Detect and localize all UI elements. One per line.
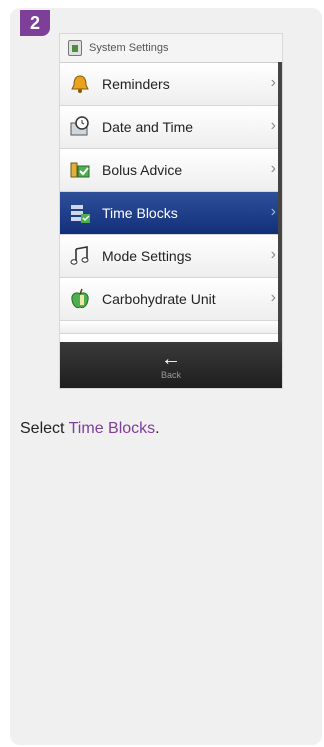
back-label: Back: [160, 370, 181, 380]
menu-item-date-and-time[interactable]: Date and Time ›: [60, 106, 282, 149]
chevron-right-icon: ›: [270, 289, 276, 306]
instruction-prefix: Select: [20, 420, 69, 437]
menu-item-label: Mode Settings: [102, 248, 192, 264]
chevron-right-icon: ›: [270, 117, 276, 134]
menu-item-label: Date and Time: [102, 119, 194, 135]
back-button[interactable]: ← Back: [60, 342, 282, 388]
menu-item-mode-settings[interactable]: Mode Settings ›: [60, 235, 282, 278]
chevron-right-icon: ›: [270, 203, 276, 220]
step-badge: 2: [20, 10, 50, 36]
menu-item-label: Time Blocks: [102, 205, 178, 221]
menu-item-label: Bolus Advice: [102, 162, 183, 178]
menu-item-label: Carbohydrate Unit: [102, 291, 216, 307]
settings-list: Reminders › Date and Time › Bolus Advice…: [60, 63, 282, 334]
music-note-icon: [68, 244, 92, 268]
instruction-highlight: Time Blocks: [68, 420, 156, 437]
menu-item-partial: [60, 321, 282, 334]
arrow-left-icon: ←: [161, 348, 181, 370]
menu-item-label: Reminders: [102, 76, 170, 92]
bell-icon: [68, 72, 92, 96]
menu-item-reminders[interactable]: Reminders ›: [60, 63, 282, 106]
screen-header: System Settings: [60, 34, 282, 63]
instruction-text: Select Time Blocks.: [20, 420, 160, 438]
instruction-suffix: .: [155, 420, 160, 437]
menu-item-bolus-advice[interactable]: Bolus Advice ›: [60, 149, 282, 192]
chevron-right-icon: ›: [270, 160, 276, 177]
menu-item-time-blocks[interactable]: Time Blocks ›: [60, 192, 282, 235]
chevron-right-icon: ›: [270, 246, 276, 263]
settings-meter-icon: [68, 40, 82, 56]
apple-icon: [68, 287, 92, 311]
clock-monitor-icon: [68, 115, 92, 139]
screen-title: System Settings: [89, 42, 169, 54]
device-screen: System Settings Reminders › Date and Tim…: [60, 34, 282, 388]
time-blocks-icon: [68, 201, 92, 225]
scrollbar[interactable]: [278, 62, 282, 342]
menu-item-carbohydrate-unit[interactable]: Carbohydrate Unit ›: [60, 278, 282, 321]
bolus-advice-icon: [68, 158, 92, 182]
chevron-right-icon: ›: [270, 74, 276, 91]
